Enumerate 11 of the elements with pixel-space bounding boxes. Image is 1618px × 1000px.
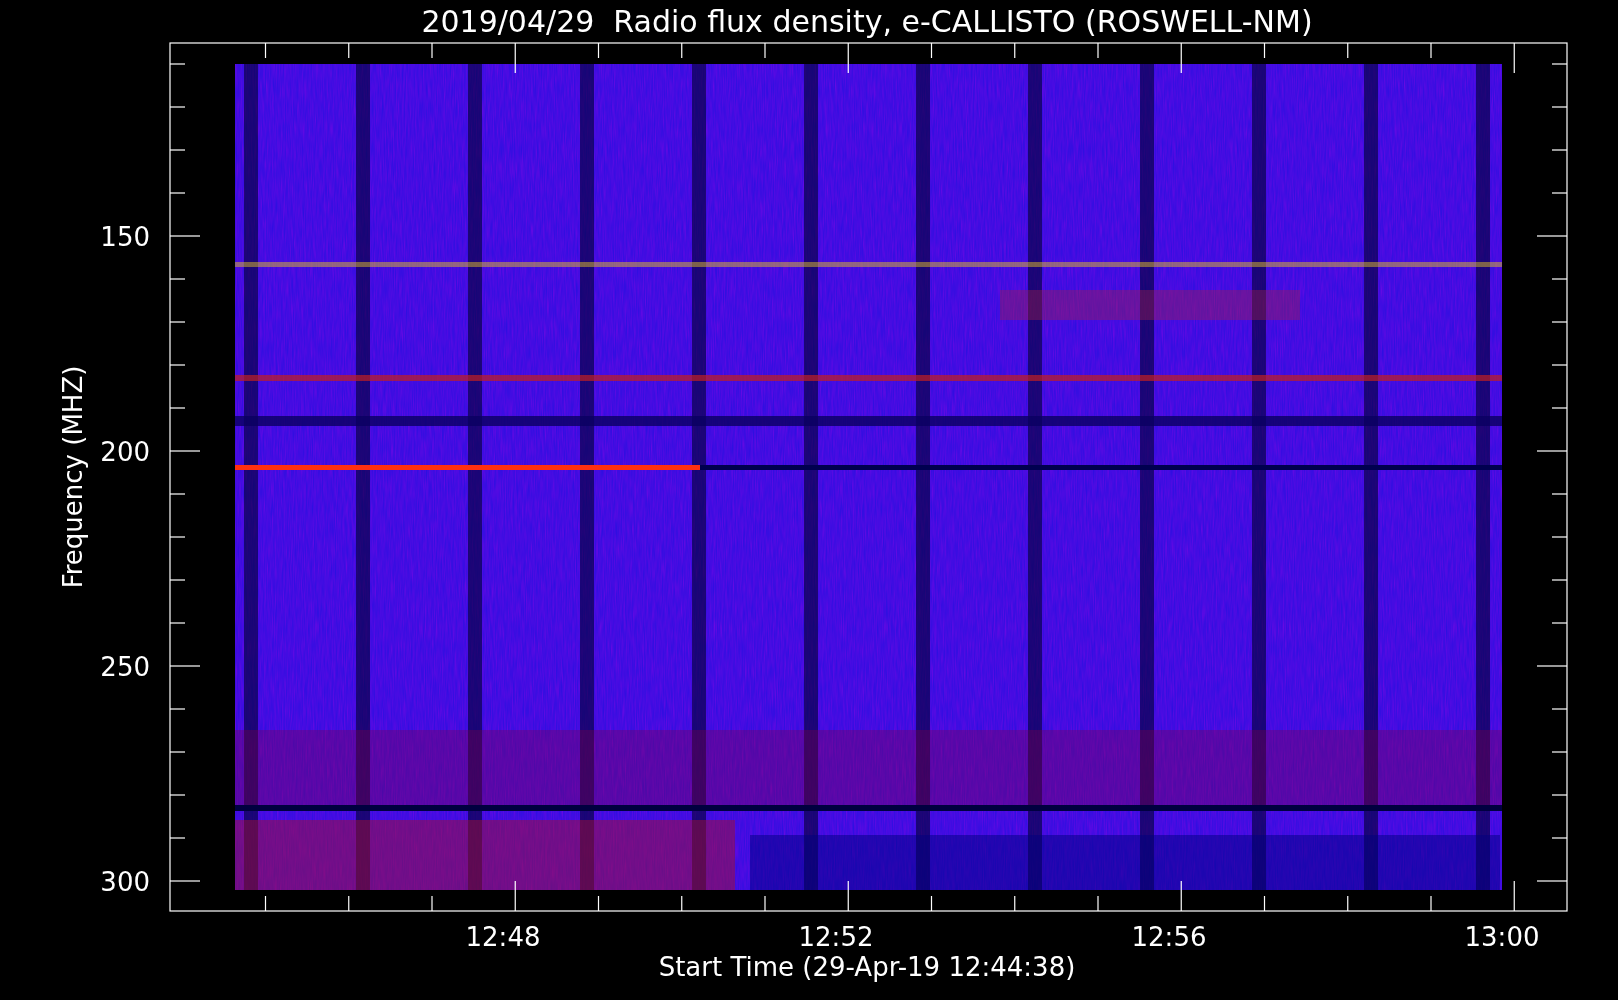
tick-label: 200: [100, 437, 150, 467]
tick-label: 300: [100, 867, 150, 897]
tick-label: 13:00: [1464, 922, 1540, 952]
tick-label: 12:56: [1131, 922, 1207, 952]
tick-label: 12:52: [798, 922, 874, 952]
tick-label: 250: [100, 652, 150, 682]
chart-title: 2019/04/29 Radio flux density, e-CALLISTO (ROSWELL-NM): [421, 4, 1313, 39]
tick-label: 150: [100, 222, 150, 252]
tick-label: 12:48: [465, 922, 541, 952]
axis-label: Frequency (MHZ): [58, 365, 88, 589]
axis-label: Start Time (29-Apr-19 12:44:38): [658, 952, 1076, 982]
